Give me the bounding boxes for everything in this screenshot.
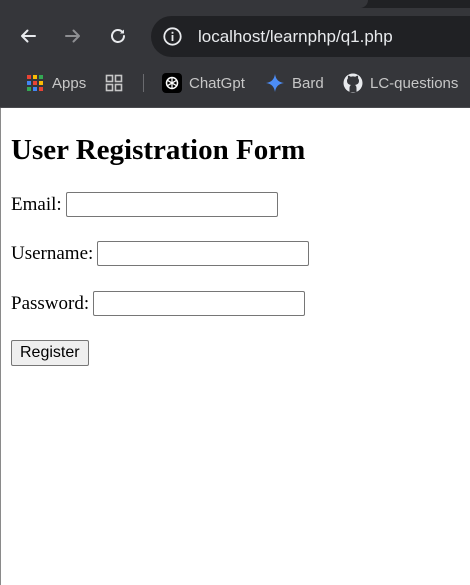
password-label: Password: [11,292,90,314]
page-content: User Registration Form Email: Username: … [0,108,470,585]
apps-grid-icon [25,73,45,93]
password-row: Password: [11,291,306,316]
username-field[interactable] [97,241,310,266]
arrow-right-icon [65,29,80,43]
tab-groups-icon [104,73,124,93]
bookmark-apps[interactable]: Apps [25,65,86,101]
tab-strip [0,0,470,8]
username-row: Username: [11,241,310,266]
arrow-left-icon [21,29,36,43]
browser-window: localhost/learnphp/q1.php Apps ChatGpt B… [0,0,470,585]
register-button[interactable]: Register [11,340,89,366]
bookmark-tab-groups[interactable] [104,65,131,101]
back-button[interactable] [14,22,42,50]
email-field[interactable] [65,192,278,217]
page-title: User Registration Form [11,134,306,166]
reload-button[interactable] [104,22,132,50]
bookmarks-bar: Apps ChatGpt Bard LC-questions [0,65,470,108]
url-text[interactable]: localhost/learnphp/q1.php [198,26,393,47]
username-label: Username: [11,242,94,264]
bookmark-label: LC-questions [370,74,459,92]
bookmark-label: Apps [52,74,87,92]
bookmark-chatgpt[interactable]: ChatGpt [162,65,245,101]
reload-icon [111,29,125,43]
active-tab[interactable] [0,0,368,8]
github-icon [343,73,363,93]
bookmark-bard[interactable]: Bard [265,65,324,101]
browser-toolbar: localhost/learnphp/q1.php [0,8,470,65]
email-label: Email: [11,193,62,215]
bookmark-label: Bard [292,74,324,92]
bard-sparkle-icon [265,73,285,93]
bookmark-lc-questions[interactable]: LC-questions [343,65,458,101]
site-info-icon[interactable] [162,26,183,47]
address-bar[interactable]: localhost/learnphp/q1.php [151,16,470,57]
bookmark-label: ChatGpt [189,74,245,92]
chatgpt-icon [162,73,182,93]
password-field[interactable] [93,291,306,316]
bookmarks-separator [143,74,144,92]
email-row: Email: [11,192,278,217]
forward-button[interactable] [59,22,87,50]
